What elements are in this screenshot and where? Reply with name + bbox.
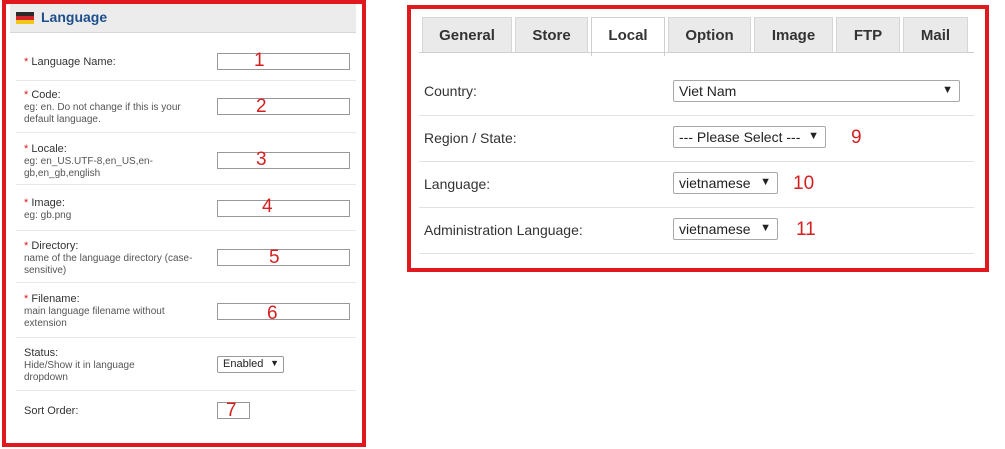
annotation-marker: 2 (256, 96, 267, 117)
field-row-code: * Code: eg: en. Do not change if this is… (16, 81, 356, 133)
field-label: Language Name: (31, 56, 116, 68)
field-row-status: Status: Hide/Show it in language dropdow… (16, 338, 356, 391)
field-label: Directory: (31, 240, 79, 252)
required-marker: * (24, 89, 29, 101)
settings-local-panel: General Store Local Option Image FTP Mai… (407, 5, 989, 272)
setting-row-language: Language: vietnamese ▼ 10 (419, 162, 974, 208)
annotation-marker: 4 (262, 196, 273, 217)
setting-row-admin-language: Administration Language: vietnamese ▼ 11 (419, 208, 974, 254)
dropdown-arrow-icon: ▼ (760, 176, 771, 188)
annotation-marker: 7 (226, 400, 237, 421)
field-row-sort-order: Sort Order: 7 (16, 391, 356, 431)
directory-input[interactable] (217, 249, 350, 266)
field-help: eg: gb.png (24, 210, 72, 221)
field-label: Image: (31, 197, 65, 209)
tab-divider (419, 52, 974, 53)
field-label: Locale: (31, 143, 67, 155)
admin-language-select[interactable]: vietnamese ▼ (673, 218, 778, 240)
region-select[interactable]: --- Please Select --- ▼ (673, 126, 826, 148)
panel-title: Language (41, 9, 108, 25)
setting-row-country: Country: Viet Nam ▼ (419, 69, 974, 116)
required-marker: * (24, 240, 29, 252)
setting-label: Region / State: (424, 130, 517, 146)
field-help: eg: en. Do not change if this is your de… (24, 102, 181, 125)
region-select-value: --- Please Select --- (679, 129, 801, 145)
field-help: Hide/Show it in language dropdown (24, 360, 135, 383)
required-marker: * (24, 197, 29, 209)
field-row-language-name: * Language Name: 1 (16, 44, 356, 81)
tab-ftp[interactable]: FTP (836, 17, 900, 53)
required-marker: * (24, 56, 29, 68)
field-row-filename: * Filename: main language filename witho… (16, 283, 356, 338)
field-row-image: * Image: eg: gb.png 4 (16, 185, 356, 231)
tab-image[interactable]: Image (754, 17, 833, 53)
field-label: Sort Order: (24, 405, 79, 417)
filename-input[interactable] (217, 303, 350, 320)
required-marker: * (24, 293, 29, 305)
dropdown-arrow-icon: ▼ (942, 84, 953, 96)
dropdown-arrow-icon: ▼ (760, 222, 771, 234)
annotation-marker: 3 (256, 149, 267, 170)
annotation-marker: 10 (793, 173, 815, 194)
image-input[interactable] (217, 200, 350, 217)
language-select-value: vietnamese (679, 175, 751, 191)
annotation-marker: 1 (254, 50, 265, 71)
admin-language-select-value: vietnamese (679, 221, 751, 237)
setting-label: Language: (424, 176, 491, 192)
field-label: Filename: (31, 293, 80, 305)
status-select[interactable]: Enabled ▼ (217, 356, 284, 373)
code-input[interactable] (217, 98, 350, 115)
setting-label: Country: (424, 83, 477, 99)
germany-flag-icon (16, 12, 34, 24)
annotation-marker: 11 (796, 219, 816, 240)
dropdown-arrow-icon: ▼ (808, 130, 819, 142)
annotation-marker: 6 (267, 303, 278, 324)
field-label: Code: (31, 89, 61, 101)
tab-mail[interactable]: Mail (903, 17, 968, 53)
setting-row-region: Region / State: --- Please Select --- ▼ … (419, 116, 974, 162)
tab-option[interactable]: Option (668, 17, 751, 53)
setting-label: Administration Language: (424, 222, 583, 238)
field-help: name of the language directory (case-sen… (24, 253, 193, 276)
country-select-value: Viet Nam (679, 83, 737, 99)
status-select-value: Enabled (223, 358, 264, 370)
tab-store[interactable]: Store (515, 17, 588, 53)
country-select[interactable]: Viet Nam ▼ (673, 80, 960, 102)
dropdown-arrow-icon: ▼ (270, 358, 279, 368)
annotation-marker: 9 (851, 127, 862, 148)
tab-general[interactable]: General (422, 17, 512, 53)
field-row-directory: * Directory: name of the language direct… (16, 231, 356, 283)
tab-local[interactable]: Local (591, 17, 665, 56)
panel-header: Language (10, 4, 356, 33)
field-help: main language filename without extension (24, 306, 165, 329)
required-marker: * (24, 143, 29, 155)
language-name-input[interactable] (217, 53, 350, 70)
field-row-locale: * Locale: eg: en_US.UTF-8,en_US,en-gb,en… (16, 133, 356, 185)
language-select[interactable]: vietnamese ▼ (673, 172, 778, 194)
field-help: eg: en_US.UTF-8,en_US,en-gb,en_gb,englis… (24, 156, 153, 179)
field-label: Status: (24, 347, 59, 359)
locale-input[interactable] (217, 152, 350, 169)
language-form-panel: Language * Language Name: 1 * Code: eg: … (2, 0, 366, 447)
annotation-marker: 5 (269, 247, 280, 268)
